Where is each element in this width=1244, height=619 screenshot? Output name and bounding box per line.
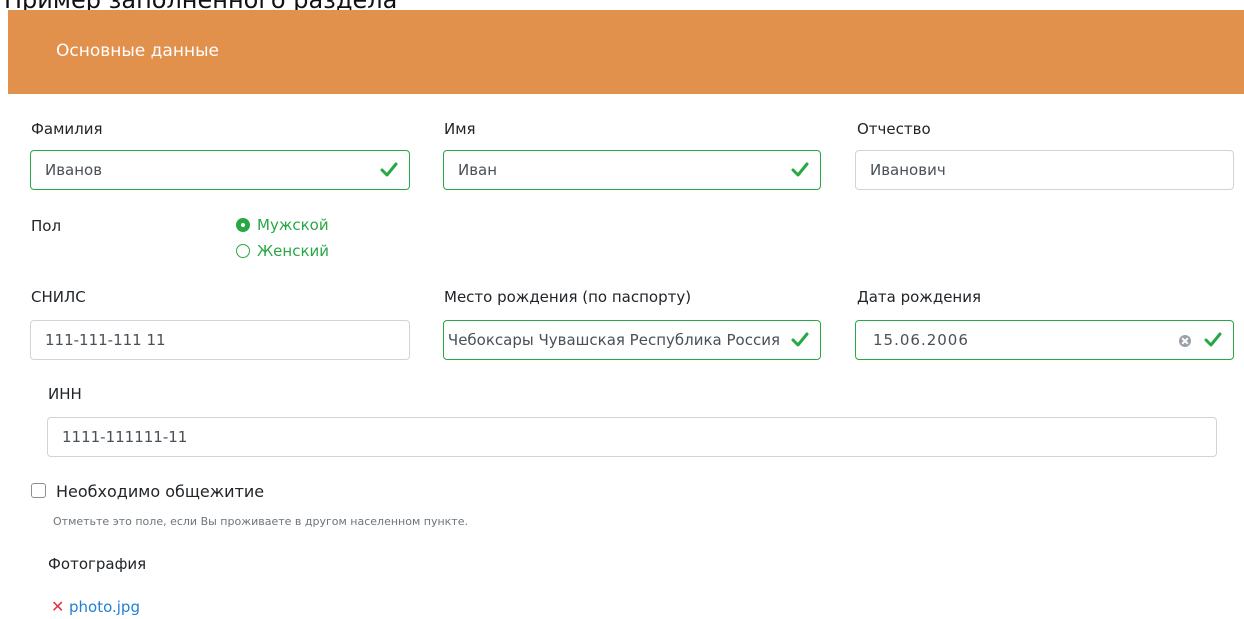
last-name-value: Иванов — [45, 161, 103, 179]
birth-date-label: Дата рождения — [857, 288, 981, 306]
first-name-label: Имя — [444, 120, 476, 138]
birth-date-input[interactable]: 15.06.2006 — [855, 320, 1234, 360]
inn-label: ИНН — [48, 385, 82, 403]
middle-name-value: Иванович — [870, 161, 946, 179]
first-name-value: Иван — [458, 161, 498, 179]
gender-label: Пол — [31, 217, 62, 235]
birthplace-value: Чебоксары Чувашская Республика Россия — [447, 331, 780, 349]
gender-option-female-label: Женский — [257, 242, 329, 260]
dormitory-help-text: Отметьте это поле, если Вы проживаете в … — [53, 515, 468, 528]
gender-option-female[interactable]: Женский — [236, 242, 329, 260]
birth-date-value: 15.06.2006 — [873, 331, 969, 349]
dormitory-checkbox[interactable] — [31, 483, 46, 498]
section-title: Основные данные — [56, 41, 219, 61]
last-name-label: Фамилия — [31, 120, 103, 138]
clear-icon[interactable] — [1179, 335, 1191, 347]
first-name-input[interactable]: Иван — [443, 150, 821, 190]
radio-male[interactable] — [236, 218, 250, 232]
gender-option-male[interactable]: Мужской — [236, 216, 329, 234]
check-icon — [790, 160, 810, 180]
last-name-input[interactable]: Иванов — [30, 150, 410, 190]
remove-icon[interactable]: ✕ — [51, 598, 64, 616]
check-icon — [790, 330, 810, 350]
middle-name-input[interactable]: Иванович — [855, 150, 1234, 190]
check-icon — [379, 160, 399, 180]
middle-name-label: Отчество — [857, 120, 931, 138]
photo-label: Фотография — [48, 555, 147, 573]
dormitory-label[interactable]: Необходимо общежитие — [56, 482, 264, 501]
inn-input[interactable]: 1111-111111-11 — [47, 417, 1217, 457]
photo-file-link[interactable]: photo.jpg — [69, 598, 140, 616]
check-icon — [1203, 330, 1223, 350]
birthplace-input[interactable]: Чебоксары Чувашская Республика Россия — [443, 320, 821, 360]
snils-value: 111-111-111 11 — [45, 331, 166, 349]
birthplace-label: Место рождения (по паспорту) — [444, 288, 692, 306]
snils-input[interactable]: 111-111-111 11 — [30, 320, 410, 360]
inn-value: 1111-111111-11 — [62, 428, 188, 446]
snils-label: СНИЛС — [31, 288, 86, 306]
radio-female[interactable] — [236, 244, 250, 258]
gender-option-male-label: Мужской — [257, 216, 329, 234]
